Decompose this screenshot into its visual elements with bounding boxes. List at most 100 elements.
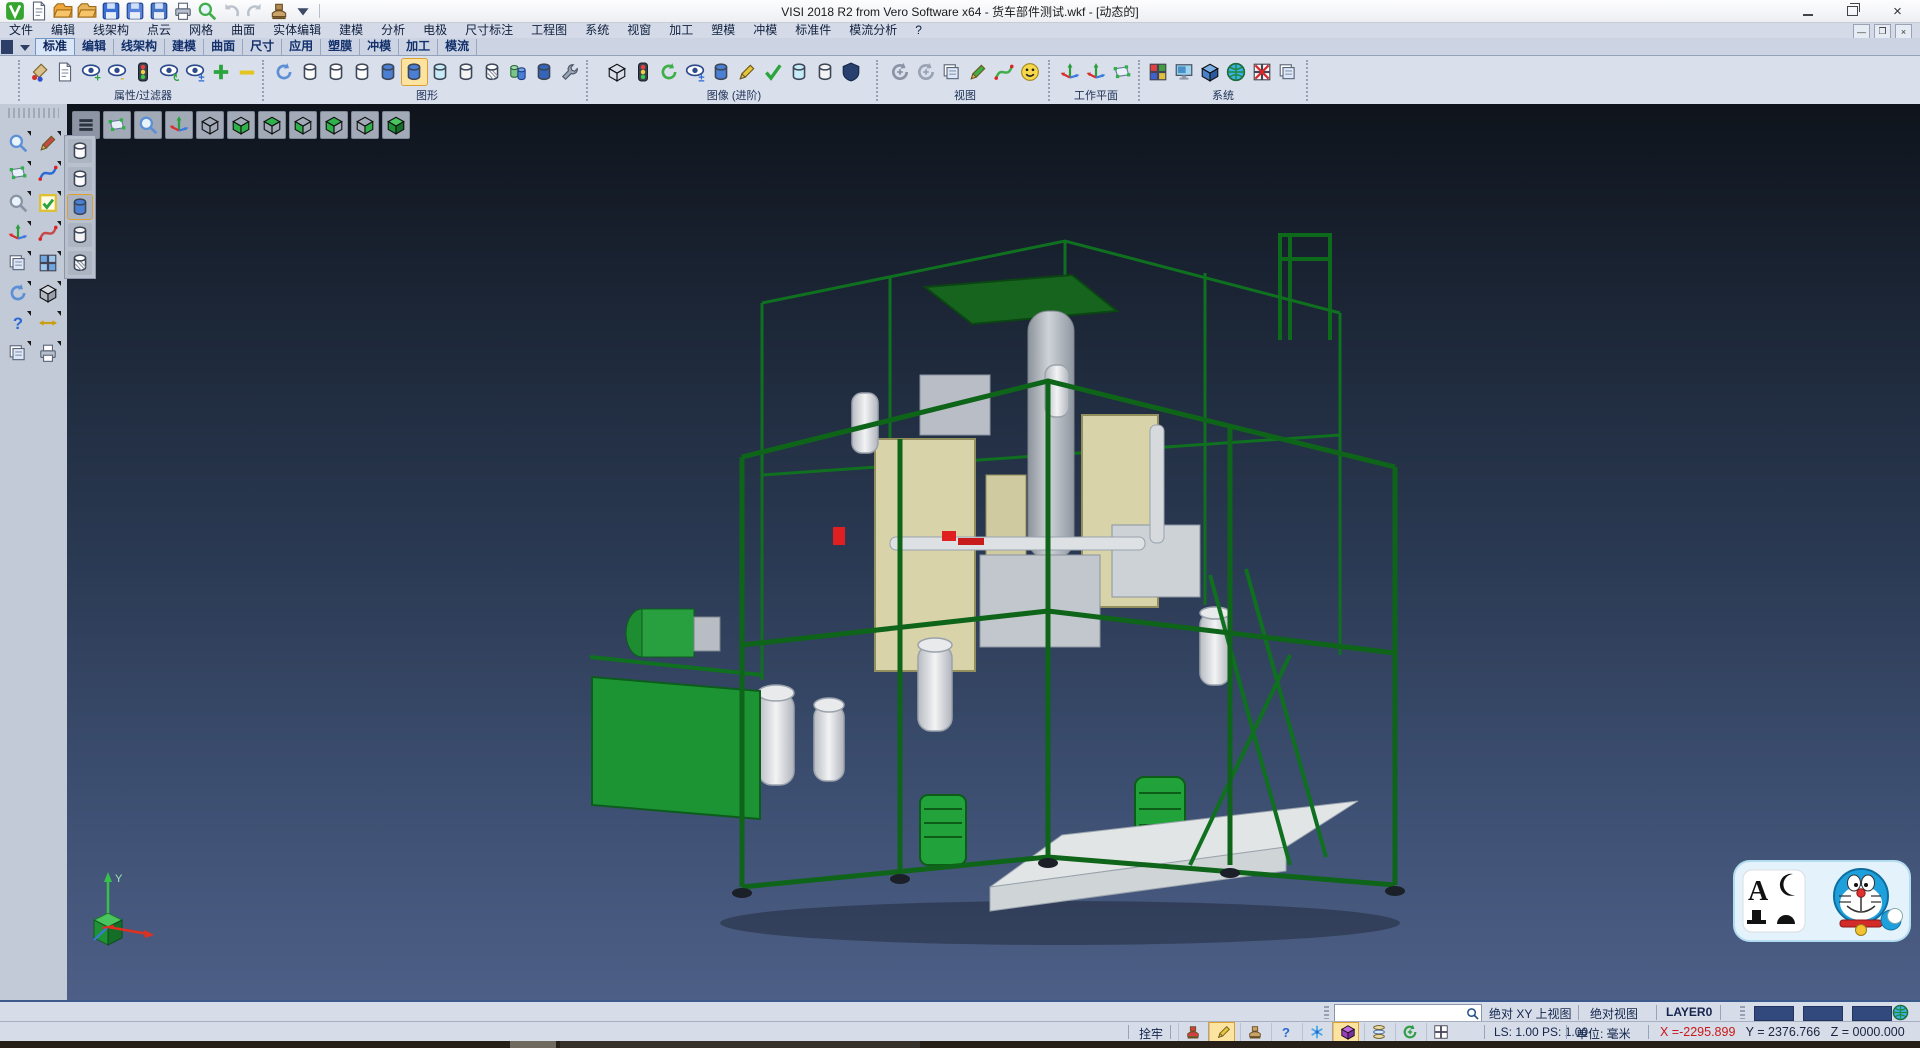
mdi-restore-button[interactable]: ❐ [1874,24,1891,39]
menu-item-14[interactable]: 视窗 [618,23,660,38]
show-entities-icon[interactable]: + [79,59,104,85]
attribute-info-icon[interactable] [53,59,78,85]
menu-item-2[interactable]: 编辑 [42,23,84,38]
color-swatch-3[interactable] [1852,1006,1892,1021]
multi-shade-icon[interactable] [506,59,531,85]
transparency-icon[interactable] [787,59,812,85]
menu-item-1[interactable]: 文件 [0,23,42,38]
highlight-icon[interactable] [1209,1023,1234,1041]
zoom-options-icon[interactable] [4,190,32,216]
environment-icon[interactable] [1224,59,1249,85]
toolbar-tab-8[interactable]: 塑膜 [321,39,360,55]
window-select-icon[interactable] [4,160,32,186]
dynamic-pan-icon[interactable] [914,59,939,85]
menu-item-6[interactable]: 曲面 [222,23,264,38]
menu-item-20[interactable]: ? [906,23,931,38]
show-all-icon[interactable] [209,59,234,85]
delete-sketch-icon[interactable] [34,130,62,156]
menu-item-16[interactable]: 塑模 [702,23,744,38]
hide-entities-icon[interactable]: - [105,59,130,85]
save-as-icon[interactable] [125,1,145,21]
view-manager-icon[interactable] [940,59,965,85]
menu-item-4[interactable]: 点云 [138,23,180,38]
advanced-refresh-icon[interactable] [657,59,682,85]
mdi-close-button[interactable]: × [1895,24,1912,39]
regenerate-icon[interactable] [272,59,297,85]
menu-item-3[interactable]: 线架构 [84,23,138,38]
shaded-view-icon[interactable] [376,59,401,85]
quad-view-icon[interactable] [1426,1023,1451,1041]
grid-window-icon[interactable] [34,250,62,276]
refresh-display-icon[interactable] [4,280,32,306]
color-table-icon[interactable] [1146,59,1171,85]
menu-item-18[interactable]: 标准件 [786,23,840,38]
history-icon[interactable] [269,1,289,21]
status-help-icon[interactable]: ? [1271,1023,1296,1041]
back-view-icon[interactable] [320,111,348,139]
strip-hatched-icon[interactable] [68,251,92,275]
top-view-icon[interactable] [258,111,286,139]
notes-icon[interactable] [1178,1023,1203,1041]
front-view-icon[interactable] [289,111,317,139]
section-blue-icon[interactable] [709,59,734,85]
restore-button[interactable] [1830,0,1875,22]
isometric-view-icon[interactable] [196,111,224,139]
menu-item-5[interactable]: 网格 [180,23,222,38]
move-ucs-icon[interactable] [4,220,32,246]
visi-logo-icon[interactable] [5,1,25,21]
import-file-icon[interactable] [77,1,97,21]
wireframe-view-icon[interactable] [298,59,323,85]
freeform-icon[interactable] [34,220,62,246]
layer-display-icon[interactable] [1276,59,1301,85]
menu-item-15[interactable]: 加工 [660,23,702,38]
side-view-icon[interactable] [351,111,379,139]
annotate-icon[interactable] [735,59,760,85]
menu-item-12[interactable]: 工程图 [522,23,576,38]
toolbar-tab-4[interactable]: 建模 [165,39,204,55]
clip-plane-icon[interactable] [813,59,838,85]
advanced-invert-icon[interactable]: ± [683,59,708,85]
toolbar-tab-3[interactable]: 线架构 [114,39,165,55]
close-button[interactable]: × [1875,0,1920,22]
quick-access-dropdown-icon[interactable] [293,1,313,21]
workplane-entity-icon[interactable] [1084,59,1109,85]
material-icon[interactable] [839,59,864,85]
stack-icon[interactable] [1364,1023,1389,1041]
3d-viewport[interactable]: Y A [67,104,1920,1000]
redline-icon[interactable] [966,59,991,85]
auto-refresh-icon[interactable] [1395,1023,1420,1041]
transparent-view-icon[interactable] [428,59,453,85]
box-mode-icon[interactable] [1333,1023,1358,1041]
toolbar-tab-1[interactable]: 标准 [35,38,75,55]
dashed-hidden-view-icon[interactable] [350,59,375,85]
advanced-filter-icon[interactable] [631,59,656,85]
active-layer-label[interactable]: LAYER0 [1666,1005,1712,1019]
layer-palette-icon[interactable] [4,340,32,366]
solid-preview-icon[interactable] [34,280,62,306]
display-settings-icon[interactable] [1172,59,1197,85]
strip-flat-icon[interactable] [68,223,92,247]
strip-shaded-icon[interactable] [68,195,92,219]
save-copy-icon[interactable] [149,1,169,21]
sketch-view-icon[interactable] [992,59,1017,85]
render-quality-icon[interactable] [1018,59,1043,85]
confirm-icon[interactable] [34,190,62,216]
bottom-view-icon[interactable] [227,111,255,139]
workplane-view-icon[interactable] [1110,59,1135,85]
snap-3d-icon[interactable] [1302,1023,1327,1041]
new-document-icon[interactable] [29,1,49,21]
strip-hidden-line-icon[interactable] [68,167,92,191]
minimize-button[interactable] [1785,0,1830,22]
plot-icon[interactable] [34,340,62,366]
system-settings-icon[interactable] [1198,59,1223,85]
toolbar-tab-2[interactable]: 编辑 [75,39,114,55]
menu-item-11[interactable]: 尺寸标注 [456,23,522,38]
toolbar-tab-7[interactable]: 应用 [282,39,321,55]
strip-wireframe-icon[interactable] [68,139,92,163]
color-swatch-1[interactable] [1754,1006,1794,1021]
redo-icon[interactable] [245,1,265,21]
stamp-icon[interactable] [1240,1023,1265,1041]
menu-item-8[interactable]: 建模 [330,23,372,38]
invert-visibility-icon[interactable]: ± [183,59,208,85]
hidden-line-view-icon[interactable] [324,59,349,85]
